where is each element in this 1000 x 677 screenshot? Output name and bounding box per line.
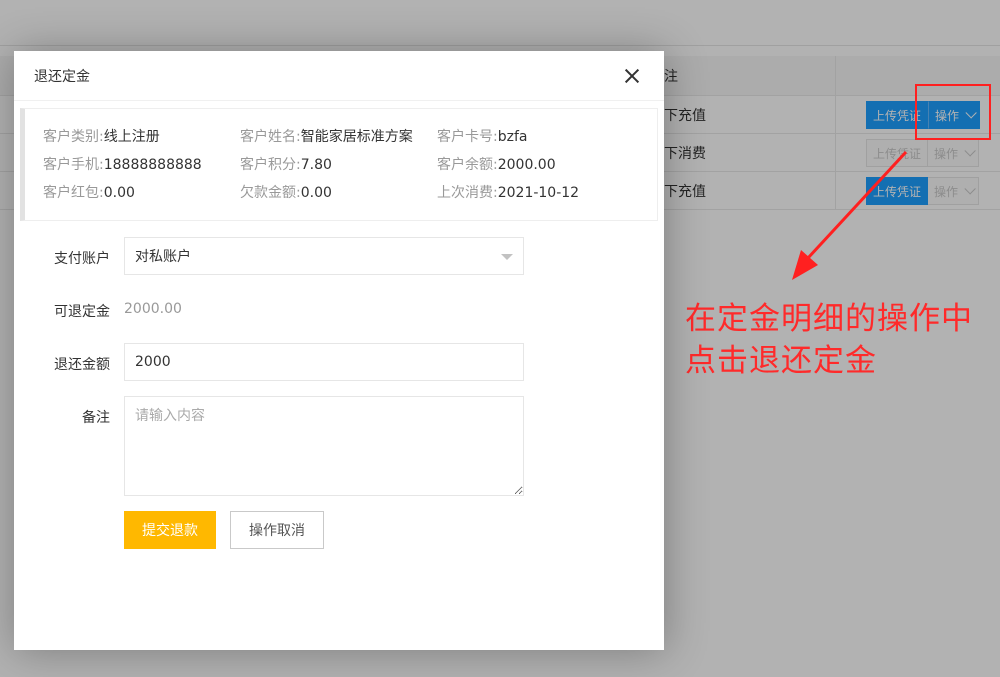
form-row-pay-account: 支付账户 对私账户 <box>14 237 664 275</box>
remark-label: 备注 <box>82 410 110 426</box>
info-customer-balance: 客户余额:2000.00 <box>437 157 556 173</box>
annotation-line-2: 点击退还定金 <box>685 343 877 379</box>
form-row-refundable: 可退定金 2000.00 <box>14 299 664 320</box>
close-icon[interactable] <box>624 68 640 84</box>
pay-account-selected: 对私账户 <box>135 249 191 265</box>
pay-account-select[interactable]: 对私账户 <box>124 237 524 275</box>
info-customer-phone: 客户手机:18888888888 <box>43 157 202 173</box>
annotation-highlight-box <box>915 84 991 140</box>
pay-account-label: 支付账户 <box>54 251 110 267</box>
refund-amount-label: 退还金额 <box>54 357 110 373</box>
refundable-value: 2000.00 <box>124 301 182 317</box>
caret-down-icon <box>501 254 513 260</box>
form-row-remark: 备注 <box>14 396 664 496</box>
form-row-buttons: 提交退款 操作取消 <box>14 511 664 549</box>
modal-title: 退还定金 <box>34 68 90 85</box>
cancel-operation-button[interactable]: 操作取消 <box>230 511 324 549</box>
info-customer-redpacket: 客户红包:0.00 <box>43 185 135 201</box>
refundable-label: 可退定金 <box>54 304 110 320</box>
info-customer-type: 客户类别:线上注册 <box>43 129 160 145</box>
info-customer-card: 客户卡号:bzfa <box>437 129 528 145</box>
info-last-consumption: 上次消费:2021-10-12 <box>437 185 580 201</box>
customer-info-panel: 客户类别:线上注册 客户姓名:智能家居标准方案 客户卡号:bzfa 客户手机:1… <box>20 108 658 221</box>
submit-refund-button[interactable]: 提交退款 <box>124 511 216 549</box>
annotation-note: 在定金明细的操作中 点击退还定金 <box>685 298 985 382</box>
info-customer-name: 客户姓名:智能家居标准方案 <box>240 129 413 145</box>
info-debt-amount: 欠款金额:0.00 <box>240 185 332 201</box>
form-row-refund-amount: 退还金额 <box>14 343 664 381</box>
annotation-line-1: 在定金明细的操作中 <box>685 301 973 337</box>
info-customer-points: 客户积分:7.80 <box>240 157 332 173</box>
modal-header: 退还定金 <box>14 51 664 101</box>
remark-textarea[interactable] <box>124 396 524 496</box>
refund-deposit-modal: 退还定金 客户类别:线上注册 客户姓名:智能家居标准方案 客户卡号:bzfa 客… <box>14 51 664 650</box>
refund-amount-input[interactable] <box>124 343 524 381</box>
